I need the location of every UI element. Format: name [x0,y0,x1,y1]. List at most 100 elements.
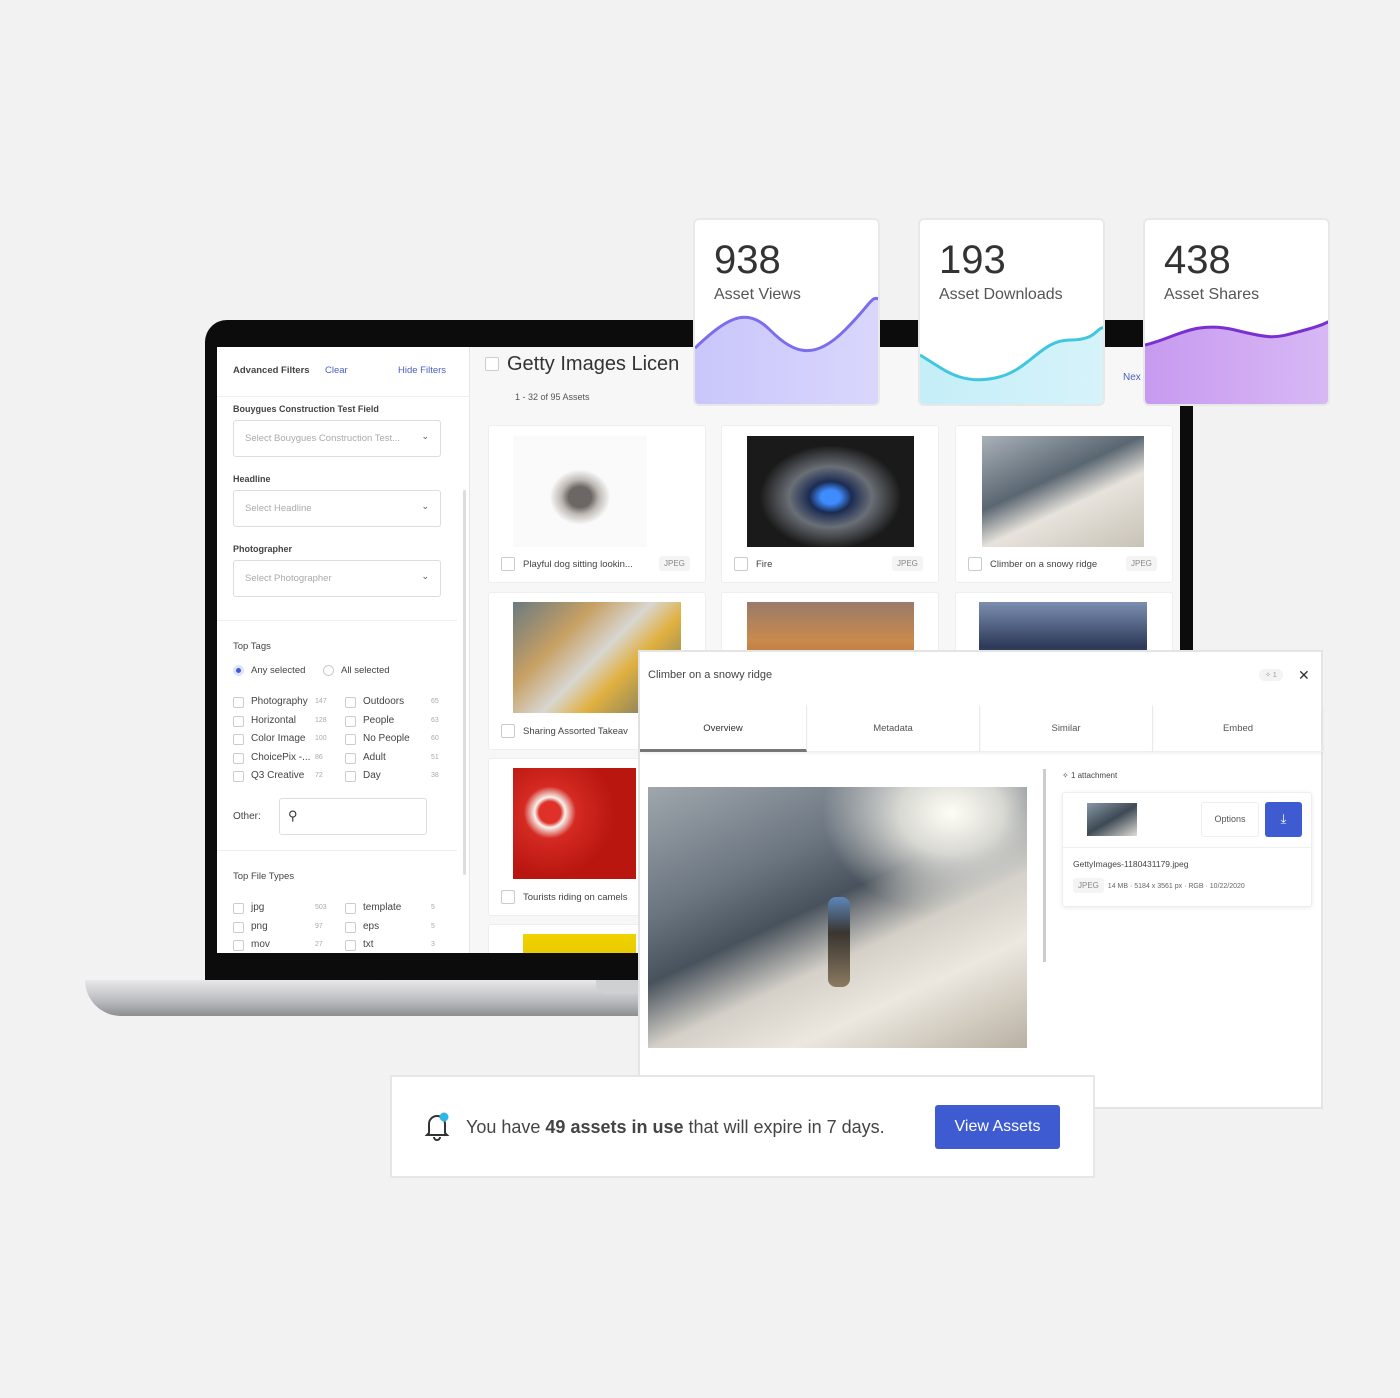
filter-checkbox-item[interactable]: ChoicePix -... 86 [233,751,333,765]
asset-thumbnail[interactable] [747,436,914,547]
select-all-checkbox[interactable] [485,357,499,371]
divider [217,620,457,621]
pin-count-badge[interactable]: ✧ 1 [1259,669,1283,681]
filter-option-count: 86 [315,753,323,761]
filter-option-label: jpg [251,902,265,913]
stat-trend-area [695,298,878,404]
filters-title: Advanced Filters [233,365,310,376]
filter-option-label: Day [363,770,381,781]
checkbox[interactable] [345,734,356,745]
modal-title: Climber on a snowy ridge [648,669,773,681]
tab-overview[interactable]: Overview [640,705,807,752]
asset-thumbnail[interactable] [513,436,647,547]
radio-any-selected[interactable] [233,665,244,676]
asset-thumbnail[interactable] [523,934,636,953]
filter-option-label: Adult [363,751,386,763]
photographer-select[interactable]: Select Photographer ⌄ [233,560,441,597]
filter-checkbox-item[interactable]: mov 27 [233,939,333,952]
checkbox[interactable] [233,752,244,764]
asset-checkbox[interactable] [501,890,515,904]
tab-similar[interactable]: Similar [980,705,1153,752]
filter-checkbox-item[interactable]: Photography 147 [233,696,333,709]
meta-format: JPEG [1073,878,1104,893]
filter-option-label: Horizontal [251,714,297,726]
asset-checkbox[interactable] [501,724,515,738]
checkbox[interactable] [233,715,244,727]
asset-count: 1 - 32 of 95 Assets [515,392,590,402]
filter-option-label: Photography [251,696,308,707]
filter-checkbox-item[interactable]: Day 38 [345,770,445,783]
filter-option-count: 60 [431,735,439,742]
asset-detail-modal: Climber on a snowy ridge ✧ 1 ✕ Overview … [638,650,1323,1109]
filter-checkbox-item[interactable]: Q3 Creative 72 [233,770,333,783]
hide-filters-link[interactable]: Hide Filters [398,365,446,376]
checkbox[interactable] [345,903,356,914]
chevron-down-icon: ⌄ [421,501,429,511]
meta-date: 10/22/2020 [1209,883,1245,890]
radio-all-selected[interactable] [323,665,334,676]
checkbox[interactable] [233,697,244,708]
filter-option-label: txt [363,939,374,950]
filter-option-count: 38 [431,772,439,779]
checkbox[interactable] [233,921,244,933]
asset-checkbox[interactable] [968,557,982,571]
asset-thumbnail[interactable] [982,436,1144,547]
checkbox[interactable] [233,940,244,951]
checkbox[interactable] [345,921,356,933]
stat-value: 193 [939,238,1006,282]
sidebar-scrollbar[interactable] [463,490,466,875]
stat-trend-chart [920,326,1103,404]
headline-select[interactable]: Select Headline ⌄ [233,490,441,527]
options-button[interactable]: Options [1201,802,1259,837]
clear-filters-link[interactable]: Clear [325,365,348,376]
close-icon[interactable]: ✕ [1298,667,1310,684]
filter-option-label: mov [251,939,270,950]
checkbox[interactable] [345,940,356,951]
checkbox[interactable] [233,771,244,782]
filter-option-label: People [363,714,395,726]
meta-size: 14 MB [1107,883,1129,890]
checkbox[interactable] [233,903,244,914]
chevron-down-icon: ⌄ [421,571,429,581]
next-page-link[interactable]: Nex [1123,372,1141,383]
top-file-types-heading: Top File Types [233,871,295,882]
asset-name: Fire [756,559,773,570]
stat-trend-chart [1145,320,1328,404]
tab-embed[interactable]: Embed [1153,705,1323,752]
attachment-filename: GettyImages-1180431179.jpeg [1073,859,1189,869]
filter-checkbox-item[interactable]: png 97 [233,921,333,934]
filter-checkbox-item[interactable]: jpg 503 [233,902,333,915]
download-button[interactable]: ⤓ [1265,802,1302,837]
filter-checkbox-item[interactable]: Horizontal 128 [233,714,333,728]
filter-option-count: 27 [315,941,323,948]
pin-icon: ✧ [1265,672,1271,679]
checkbox[interactable] [345,715,356,727]
checkbox[interactable] [345,697,356,708]
checkbox[interactable] [345,752,356,764]
filter-option-count: 72 [315,772,323,779]
asset-checkbox[interactable] [734,557,748,571]
checkbox[interactable] [345,771,356,782]
filter-option-count: 100 [315,735,327,742]
other-tag-search-input[interactable]: ⚲ [279,798,427,835]
filter-checkbox-item[interactable]: template 5 [345,902,445,915]
select-placeholder: Select Headline [245,503,312,514]
filter-checkbox-item[interactable]: No People 60 [345,733,445,746]
expiry-notification: You have 49 assets in use that will expi… [390,1075,1095,1178]
download-icon: ⤓ [1280,811,1287,826]
checkbox[interactable] [233,734,244,745]
filter-checkbox-item[interactable]: Outdoors 65 [345,696,445,709]
filter-checkbox-item[interactable]: eps 5 [345,921,445,934]
filter-checkbox-item[interactable]: Adult 51 [345,751,445,765]
asset-checkbox[interactable] [501,557,515,571]
filter-checkbox-item[interactable]: txt 3 [345,939,445,952]
asset-thumbnail[interactable] [513,768,636,879]
filter-option-label: Outdoors [363,696,405,707]
tab-metadata[interactable]: Metadata [807,705,980,752]
bouygues-select[interactable]: Select Bouygues Construction Test... ⌄ [233,420,441,457]
view-assets-button[interactable]: View Assets [935,1105,1060,1149]
filter-option-label: ChoicePix -... [251,751,311,763]
modal-scrollbar[interactable] [1043,769,1046,962]
filter-checkbox-item[interactable]: Color Image 100 [233,733,333,746]
filter-checkbox-item[interactable]: People 63 [345,714,445,728]
